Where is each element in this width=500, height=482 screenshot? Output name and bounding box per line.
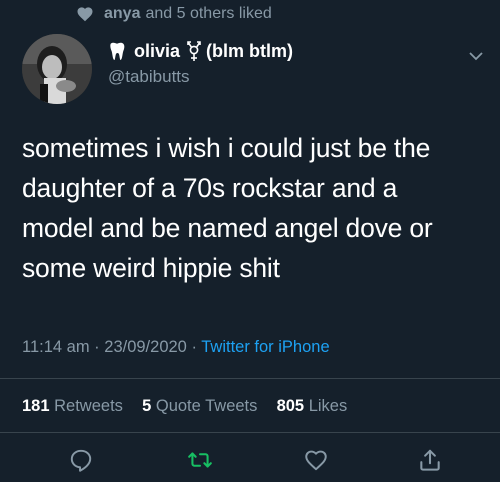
- share-icon[interactable]: [417, 447, 443, 473]
- likes-stat[interactable]: 805 Likes: [277, 397, 348, 415]
- social-context[interactable]: anya and 5 others liked: [76, 5, 272, 23]
- retweet-icon[interactable]: [187, 447, 213, 473]
- like-icon[interactable]: [303, 447, 329, 473]
- tweet-stats: 181 Retweets 5 Quote Tweets 805 Likes: [22, 397, 347, 416]
- tweet-date[interactable]: 23/09/2020: [104, 338, 187, 356]
- tweet-text-line: sometimes i wish i could just be the: [22, 133, 431, 163]
- avatar[interactable]: [22, 34, 92, 104]
- retweets-label: Retweets: [54, 397, 123, 415]
- tweet-source-link[interactable]: Twitter for iPhone: [201, 338, 329, 356]
- quote-tweets-label: Quote Tweets: [155, 397, 258, 415]
- chevron-down-icon[interactable]: [468, 48, 484, 64]
- reply-icon[interactable]: [68, 447, 94, 473]
- author-handle[interactable]: @tabibutts: [108, 67, 190, 87]
- quote-tweets-count: 5: [142, 397, 152, 415]
- quote-tweets-stat[interactable]: 5 Quote Tweets: [142, 397, 262, 415]
- retweets-stat[interactable]: 181 Retweets: [22, 397, 128, 415]
- tweet-text: sometimes i wish i could just be the dau…: [22, 128, 482, 288]
- avatar-photo: [22, 34, 92, 104]
- author-name-row[interactable]: olivia (blm btlm): [108, 40, 293, 62]
- liked-summary: and 5 others liked: [145, 5, 272, 22]
- tooth-icon: [110, 42, 125, 60]
- meta-separator: ·: [191, 338, 197, 356]
- meta-separator: ·: [94, 338, 100, 356]
- tweet-text-line: model and be named angel dove or: [22, 213, 433, 243]
- author-name-suffix: (blm btlm): [206, 40, 294, 61]
- divider: [0, 378, 500, 379]
- liker-name[interactable]: anya: [104, 5, 140, 23]
- likes-count: 805: [276, 397, 305, 415]
- tweet-time[interactable]: 11:14 am: [22, 338, 90, 356]
- likes-label: Likes: [308, 397, 348, 415]
- tweet-meta: 11:14 am · 23/09/2020 · Twitter for iPho…: [22, 338, 330, 357]
- retweets-count: 181: [22, 397, 50, 415]
- heart-icon: [77, 7, 93, 22]
- divider: [0, 432, 500, 433]
- author-name: olivia: [134, 40, 181, 61]
- tweet-text-line: daughter of a 70s rockstar and a: [22, 173, 398, 203]
- transgender-symbol-icon: [187, 41, 201, 61]
- tweet-text-line: some weird hippie shit: [22, 253, 280, 283]
- tweet-actions: [0, 447, 500, 477]
